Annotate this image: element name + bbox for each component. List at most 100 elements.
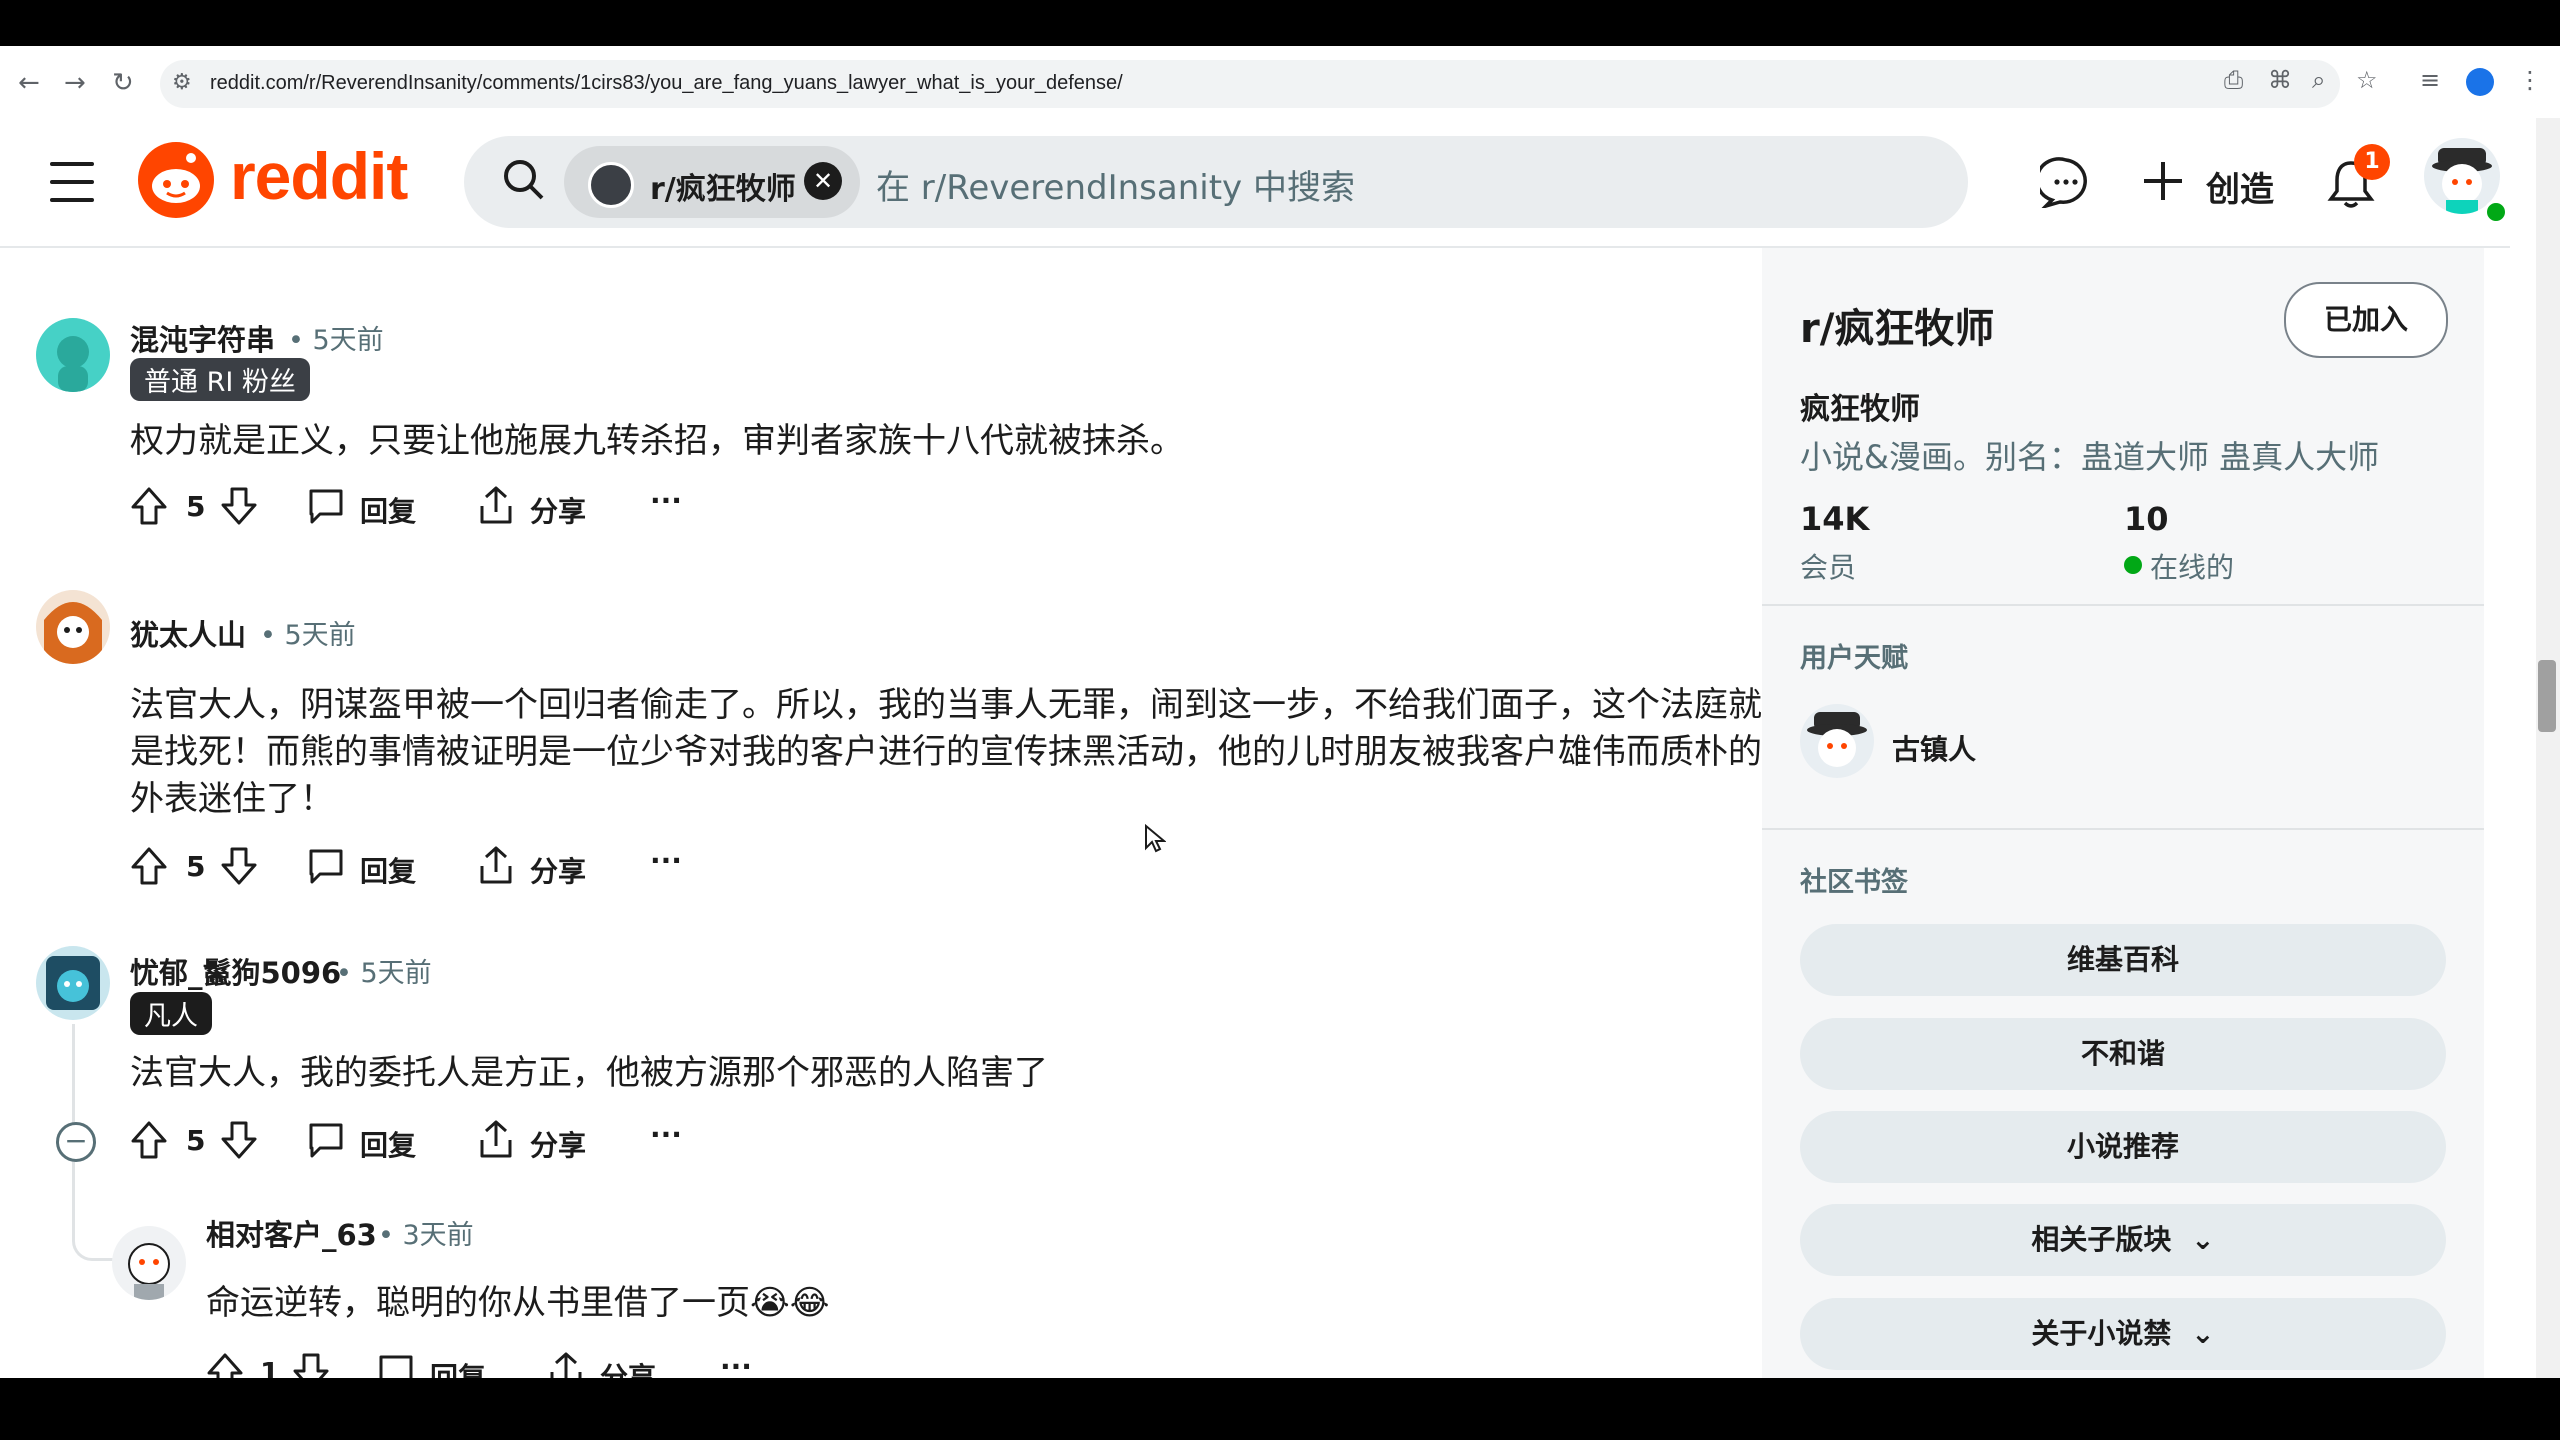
comment-bubble-icon[interactable] <box>306 1120 346 1164</box>
comment-bubble-icon[interactable] <box>306 486 346 530</box>
comment-text: 权力就是正义，只要让他施展九转杀招，审判者家族十八代就被抹杀。 <box>130 421 1184 461</box>
bookmark-discord[interactable]: 不和谐 <box>1800 1018 2446 1090</box>
search-input[interactable]: 在 r/ReverendInsanity 中搜索 <box>876 160 1355 209</box>
chevron-down-icon: ⌄ <box>2191 1317 2215 1350</box>
install-icon[interactable]: ⎙ <box>2224 66 2243 94</box>
members-count: 14K <box>1800 500 1870 538</box>
chevron-down-icon: ⌄ <box>2191 1223 2215 1256</box>
avatar[interactable] <box>36 590 110 664</box>
comment-bubble-icon[interactable] <box>306 846 346 890</box>
chat-icon[interactable] <box>2035 156 2092 212</box>
more-options-icon[interactable]: ··· <box>650 844 682 877</box>
comment-text-line: 法官大人，阴谋盔甲被一个回归者偷走了。所以，我的当事人无罪，闹到这一步，不给我们… <box>130 685 1762 725</box>
downvote-icon[interactable] <box>220 1120 258 1164</box>
create-button[interactable]: 创造 <box>2206 162 2274 211</box>
notification-badge: 1 <box>2354 144 2390 180</box>
plus-icon[interactable] <box>2140 158 2186 208</box>
reddit-logo-icon[interactable] <box>138 142 214 218</box>
reply-button[interactable]: 回复 <box>430 1356 486 1378</box>
online-count: 10 <box>2124 500 2169 538</box>
bookmarks-section-title: 社区书签 <box>1800 867 1908 898</box>
user-flair: 普通 RI 粉丝 <box>130 358 310 401</box>
members-label: 会员 <box>1800 551 1857 584</box>
reading-list-icon[interactable]: ≡ <box>2420 66 2440 94</box>
reply-button[interactable]: 回复 <box>360 490 416 530</box>
reply-thread-connector <box>72 1218 115 1261</box>
bookmark-wiki[interactable]: 维基百科 <box>1800 924 2446 996</box>
comment-username[interactable]: 相对客户_63 <box>206 1212 377 1254</box>
bookmark-novel-ban[interactable]: 关于小说禁 ⌄ <box>1800 1298 2446 1370</box>
joined-button[interactable]: 已加入 <box>2284 282 2448 358</box>
vote-count: 5 <box>186 850 206 883</box>
zoom-icon[interactable]: ⌕ <box>2312 66 2325 94</box>
avatar[interactable] <box>36 946 110 1020</box>
comment-text: 法官大人，阴谋盔甲被一个回归者偷走了。所以，我的当事人无罪，闹到这一步，不给我们… <box>130 682 1762 823</box>
more-options-icon[interactable]: ··· <box>650 484 682 517</box>
flair-avatar[interactable] <box>1800 704 1874 778</box>
online-status-dot <box>2484 200 2508 224</box>
reply-button[interactable]: 回复 <box>360 1124 416 1164</box>
avatar[interactable] <box>36 318 110 392</box>
comment-text: 法官大人，我的委托人是方正，他被方源那个邪恶的人陷害了 <box>130 1053 1048 1093</box>
share-button[interactable]: 分享 <box>530 850 586 890</box>
comment-username[interactable]: 犹太人山 <box>130 612 246 654</box>
forward-icon[interactable]: → <box>64 68 86 98</box>
reload-icon[interactable]: ↻ <box>112 68 134 98</box>
comment-bubble-icon[interactable] <box>376 1352 416 1378</box>
comment-username[interactable]: 混沌字符串 <box>130 317 275 359</box>
comment-text: 命运逆转，聪明的你从书里借了一页😭😂 <box>206 1283 830 1323</box>
share-icon[interactable] <box>476 1118 516 1164</box>
more-options-icon[interactable]: ··· <box>650 1118 682 1151</box>
bookmark-label: 关于小说禁 <box>2031 1317 2172 1350</box>
scrollbar-track[interactable] <box>2536 118 2560 1378</box>
menu-kebab-icon[interactable]: ⋮ <box>2518 66 2542 94</box>
upvote-icon[interactable] <box>130 1120 168 1164</box>
upvote-icon[interactable] <box>206 1352 244 1378</box>
subreddit-chip-avatar <box>588 162 634 208</box>
comment-text-line: 是找死！而熊的事情被证明是一位少爷对我的客户进行的宣传抹黑活动，他的儿时朋友被我… <box>130 732 1762 772</box>
community-name: 疯狂牧师 <box>1800 392 1920 427</box>
downvote-icon[interactable] <box>220 486 258 530</box>
user-flair-section-title: 用户天赋 <box>1800 643 1908 674</box>
close-icon[interactable]: ✕ <box>804 162 842 200</box>
hamburger-menu-icon[interactable] <box>50 162 94 202</box>
reddit-wordmark[interactable]: reddit <box>230 138 408 214</box>
online-indicator-icon <box>2124 556 2142 574</box>
online-label: 在线的 <box>2150 551 2235 584</box>
bookmark-label: 相关子版块 <box>2031 1223 2172 1256</box>
share-icon[interactable] <box>546 1350 586 1378</box>
divider <box>1762 604 2484 606</box>
site-info-icon[interactable]: ⚙ <box>172 70 192 95</box>
comment-time: • 5天前 <box>336 958 432 989</box>
upvote-icon[interactable] <box>130 486 168 530</box>
bookmark-star-icon[interactable]: ☆ <box>2356 66 2378 94</box>
mouse-cursor-icon <box>1144 823 1167 858</box>
bookmark-related-subreddits[interactable]: 相关子版块 ⌄ <box>1800 1204 2446 1276</box>
profile-icon[interactable] <box>2466 68 2494 96</box>
search-icon <box>500 156 546 206</box>
share-button[interactable]: 分享 <box>600 1356 656 1378</box>
user-flair-name[interactable]: 古镇人 <box>1892 728 1976 768</box>
back-icon[interactable]: ← <box>18 68 40 98</box>
share-button[interactable]: 分享 <box>530 490 586 530</box>
url-text[interactable]: reddit.com/r/ReverendInsanity/comments/1… <box>210 72 1123 95</box>
share-icon[interactable] <box>476 484 516 530</box>
scrollbar-thumb[interactable] <box>2538 660 2556 732</box>
reddit-page: reddit r/疯狂牧师 ✕ 在 r/ReverendInsanity 中搜索… <box>0 118 2560 1378</box>
share-icon[interactable] <box>476 844 516 890</box>
share-button[interactable]: 分享 <box>530 1124 586 1164</box>
translate-icon[interactable]: ⌘ <box>2268 66 2292 94</box>
downvote-icon[interactable] <box>292 1352 330 1378</box>
avatar[interactable] <box>112 1226 186 1300</box>
comment-username[interactable]: 忧郁_鬣狗5096 <box>130 950 341 992</box>
sidebar-subreddit-title[interactable]: r/疯狂牧师 <box>1800 296 1994 354</box>
vote-count: 5 <box>186 1124 206 1157</box>
user-flair: 凡人 <box>130 992 212 1035</box>
collapse-thread-icon[interactable]: − <box>56 1122 96 1162</box>
downvote-icon[interactable] <box>220 846 258 890</box>
bookmark-novel-recommendations[interactable]: 小说推荐 <box>1800 1111 2446 1183</box>
chip-label: r/疯狂牧师 <box>650 172 796 207</box>
reply-button[interactable]: 回复 <box>360 850 416 890</box>
more-options-icon[interactable]: ··· <box>720 1350 752 1378</box>
upvote-icon[interactable] <box>130 846 168 890</box>
